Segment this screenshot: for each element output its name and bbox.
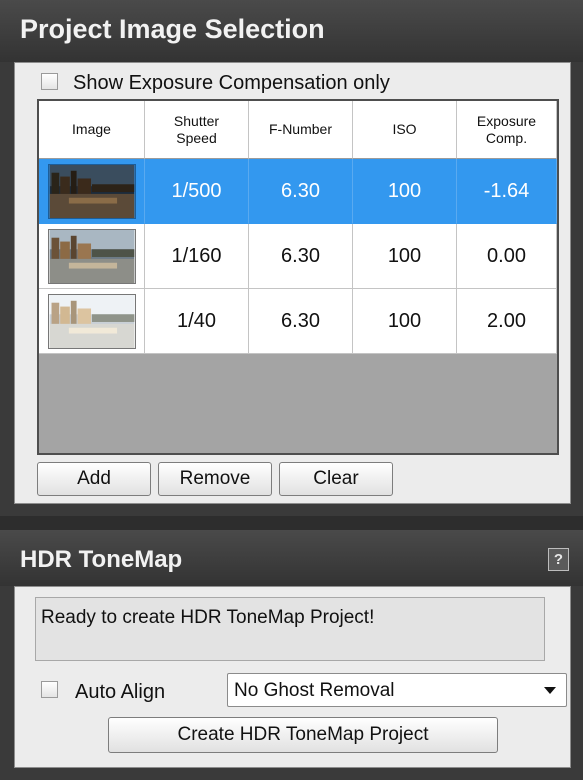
city-river-bright-thumbnail (47, 293, 136, 349)
column-header-label: Shutter Speed (173, 112, 220, 146)
city-river-dark-thumbnail (47, 163, 136, 219)
create-hdr-tonemap-project-button[interactable]: Create HDR ToneMap Project (108, 717, 498, 753)
chevron-down-icon (544, 687, 556, 694)
iso-cell: 100 (353, 289, 457, 354)
clear-button[interactable]: Clear (279, 462, 393, 496)
shutter-speed-cell: 1/160 (145, 224, 249, 289)
ghost-removal-select[interactable]: No Ghost Removal (227, 673, 567, 707)
project-image-selection-header: Project Image Selection (0, 0, 583, 62)
f-number-cell: 6.30 (249, 289, 353, 354)
image-cell (39, 224, 145, 289)
exposure-comp-cell: 0.00 (457, 224, 557, 289)
status-message: Ready to create HDR ToneMap Project! (35, 597, 545, 661)
panel-title: Project Image Selection (20, 14, 325, 44)
exposure-only-checkbox[interactable] (41, 73, 58, 90)
shutter-speed-cell: 1/500 (145, 159, 249, 224)
column-header-f-number[interactable]: F-Number (249, 101, 353, 159)
project-image-selection-panel: Show Exposure Compensation only Image Sh… (14, 62, 571, 504)
exposure-comp-cell: 2.00 (457, 289, 557, 354)
column-header-image[interactable]: Image (39, 101, 145, 159)
auto-align-checkbox[interactable] (41, 681, 58, 698)
remove-button[interactable]: Remove (158, 462, 272, 496)
image-table: Image Shutter Speed F-Number ISO Exposur… (37, 99, 559, 455)
shutter-speed-cell: 1/40 (145, 289, 249, 354)
iso-cell: 100 (353, 224, 457, 289)
column-header-label: Exposure Comp. (476, 112, 537, 146)
ghost-removal-value: No Ghost Removal (234, 680, 395, 701)
city-river-mid-thumbnail (47, 228, 136, 284)
f-number-cell: 6.30 (249, 224, 353, 289)
help-icon[interactable]: ? (548, 548, 569, 571)
f-number-cell: 6.30 (249, 159, 353, 224)
iso-cell: 100 (353, 159, 457, 224)
hdr-tonemap-header: HDR ToneMap ? (0, 530, 583, 586)
image-cell (39, 289, 145, 354)
panel-divider (0, 516, 583, 530)
image-cell (39, 159, 145, 224)
exposure-comp-cell: -1.64 (457, 159, 557, 224)
auto-align-label: Auto Align (75, 681, 166, 703)
column-header-shutter-speed[interactable]: Shutter Speed (145, 101, 249, 159)
column-header-exposure-comp[interactable]: Exposure Comp. (457, 101, 557, 159)
hdr-tonemap-panel: Ready to create HDR ToneMap Project! Aut… (14, 586, 571, 768)
column-header-iso[interactable]: ISO (353, 101, 457, 159)
exposure-only-label: Show Exposure Compensation only (73, 72, 390, 94)
panel-title: HDR ToneMap (20, 546, 183, 573)
add-button[interactable]: Add (37, 462, 151, 496)
